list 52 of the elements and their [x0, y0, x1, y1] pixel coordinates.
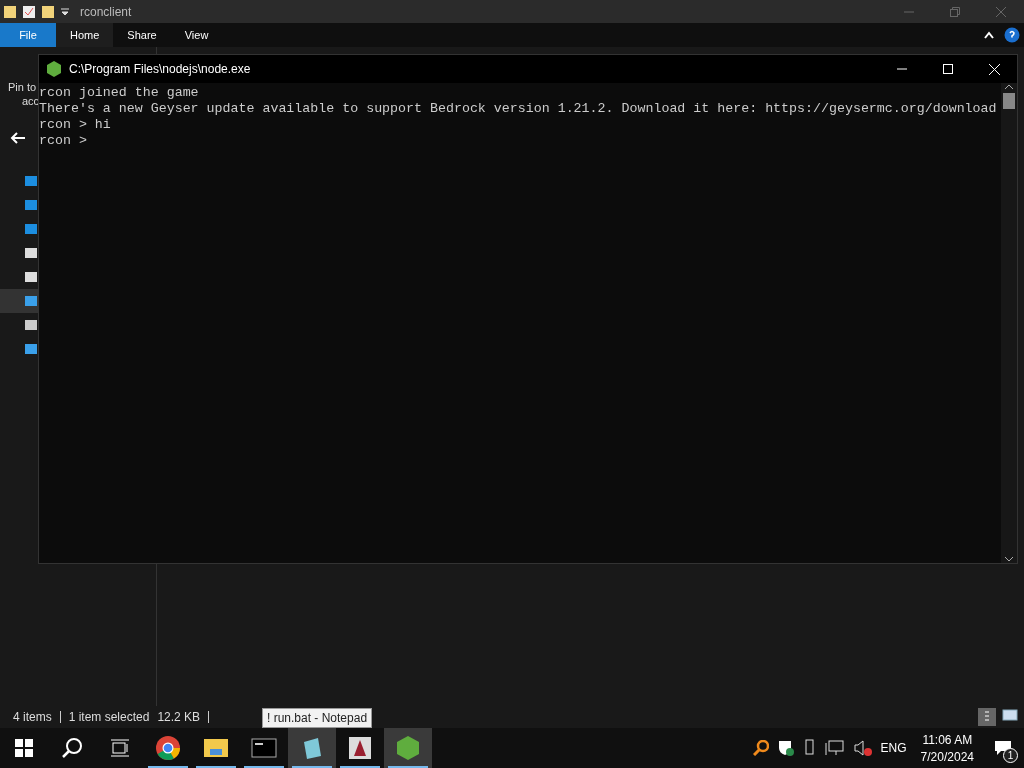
details-view-icon[interactable]	[978, 708, 996, 726]
language-indicator[interactable]: ENG	[880, 741, 907, 755]
app-icon	[348, 736, 372, 760]
ribbon-tab[interactable]: Share	[113, 23, 171, 47]
restore-icon	[950, 6, 960, 17]
taskbar-app[interactable]	[288, 728, 336, 768]
scroll-thumb[interactable]	[1003, 93, 1015, 109]
ribbon-tab[interactable]: View	[170, 23, 223, 47]
new-folder-icon[interactable]	[42, 4, 54, 19]
notification-count: 1	[1003, 748, 1018, 763]
folder-icon	[203, 737, 229, 759]
window-title: rconclient	[80, 4, 132, 19]
terminal-icon	[251, 738, 277, 758]
help-icon[interactable]	[1004, 27, 1020, 43]
file-menu[interactable]: File	[0, 23, 56, 47]
console-title: C:\Program Files\nodejs\node.exe	[69, 62, 251, 76]
search-icon	[61, 737, 83, 759]
console-line: rcon joined the game	[39, 85, 199, 100]
pin-label: acc	[21, 95, 40, 107]
tooltip: ! run.bat - Notepad	[262, 708, 373, 728]
dropdown-icon[interactable]	[60, 6, 70, 17]
back-arrow-icon[interactable]	[10, 131, 26, 145]
scroll-up-icon[interactable]	[1004, 83, 1014, 91]
console-line: rcon >	[39, 133, 87, 149]
console-line: rcon > hi	[39, 117, 111, 133]
chrome-icon	[155, 735, 181, 761]
task-view-icon	[111, 739, 129, 757]
item-count: 4 items	[13, 710, 52, 724]
tiles-view-icon[interactable]	[1002, 708, 1018, 722]
clock[interactable]: 11:06 AM 7/20/2024	[920, 732, 974, 764]
pin-label: Pin to	[8, 81, 37, 93]
selection-size: 12.2 KB	[157, 710, 201, 724]
usb-icon[interactable]	[802, 739, 817, 757]
collapse-icon[interactable]	[984, 31, 994, 39]
muted-speaker-icon[interactable]	[852, 739, 873, 757]
scrollbar[interactable]	[1001, 83, 1017, 563]
hexagon-icon	[47, 61, 61, 77]
windows-icon	[15, 739, 33, 757]
folder-icon	[4, 4, 16, 19]
close-icon	[988, 63, 1000, 75]
properties-icon[interactable]	[22, 4, 36, 19]
notification-button[interactable]: 1	[988, 733, 1018, 763]
scroll-down-icon[interactable]	[1004, 555, 1014, 563]
console-line: There's a new Geyser update available to support Bedrock version 1.21.2. Download it here: https://geysermc.org/download	[39, 101, 997, 117]
maximize-icon	[943, 64, 953, 74]
shield-icon[interactable]	[776, 739, 795, 757]
close-icon	[996, 6, 1006, 17]
ribbon-tab[interactable]: Home	[56, 23, 114, 47]
selection-status: 1 item selected	[68, 710, 150, 724]
hexagon-icon	[396, 735, 420, 761]
magnifier-icon[interactable]	[752, 740, 769, 756]
minimize-icon	[897, 68, 907, 70]
